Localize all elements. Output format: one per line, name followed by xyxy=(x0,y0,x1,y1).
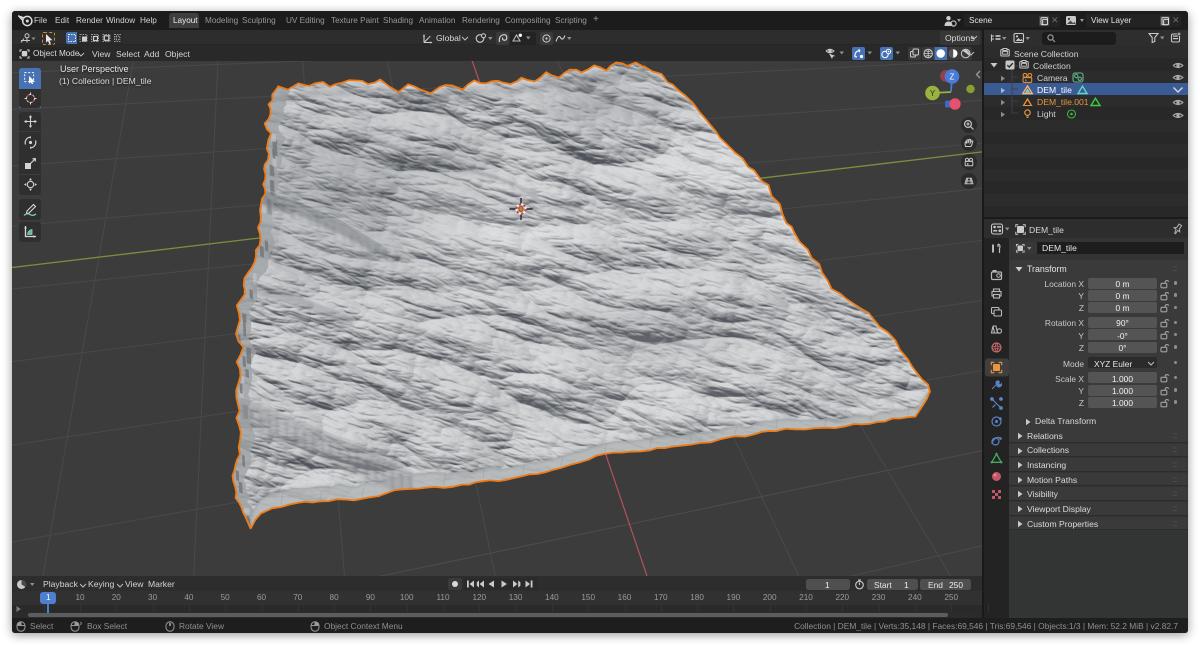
svg-text:Z: Z xyxy=(950,73,955,82)
svg-text:Y: Y xyxy=(930,89,936,98)
